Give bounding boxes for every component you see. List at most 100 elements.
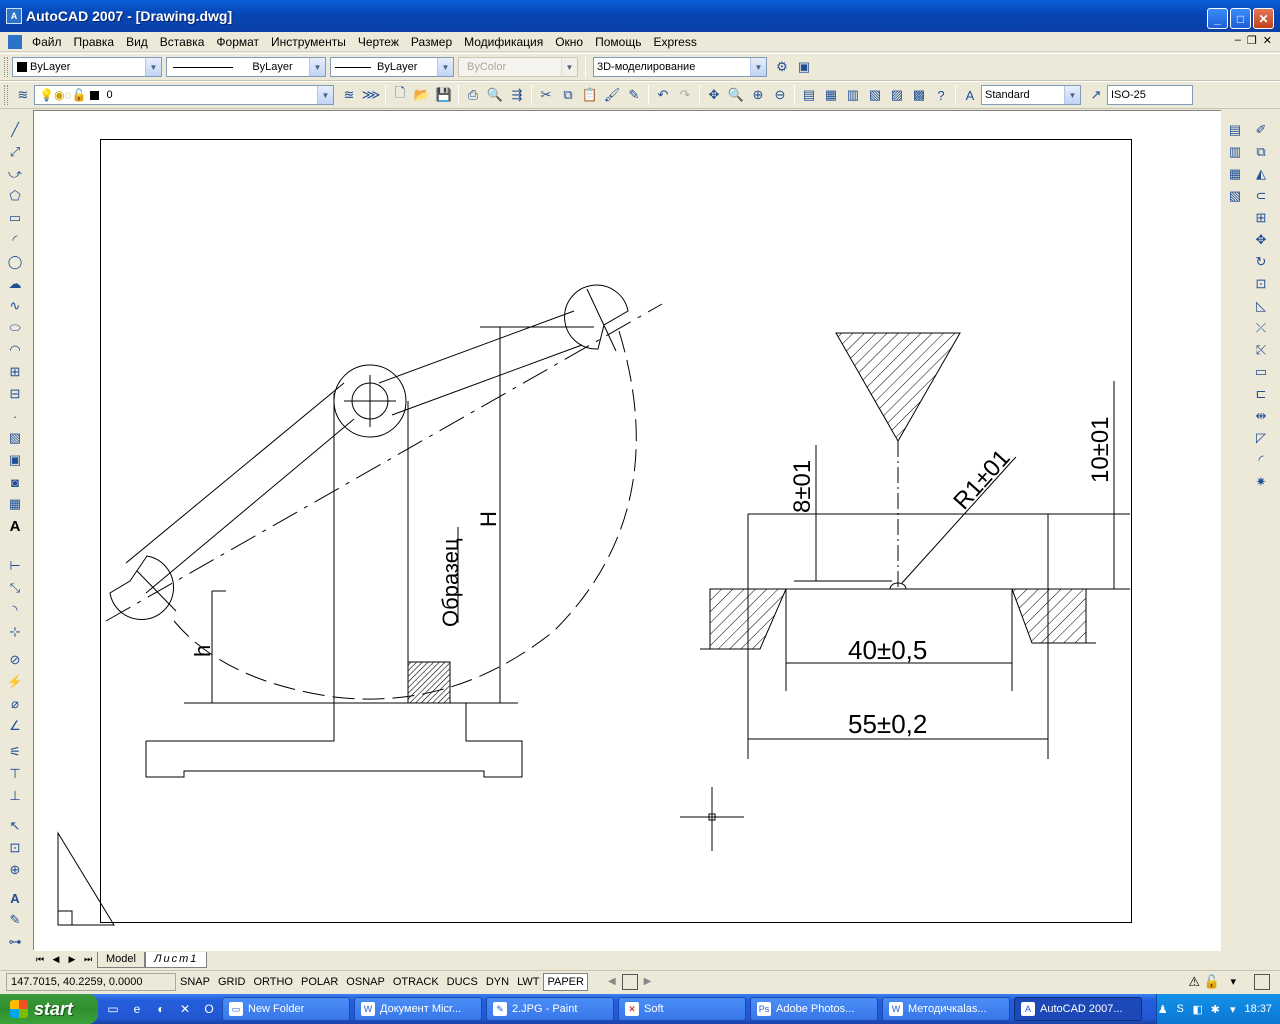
- mirror-icon[interactable]: ◭: [1250, 164, 1272, 184]
- desktop-icon[interactable]: ▭: [104, 1000, 122, 1018]
- toolbar-grip[interactable]: [4, 85, 8, 105]
- menu-modify[interactable]: Модификация: [458, 33, 549, 51]
- dim-edit-icon[interactable]: A: [4, 888, 26, 908]
- extend-icon[interactable]: ⤪: [1250, 340, 1272, 360]
- ellipse-arc-icon[interactable]: ◠: [4, 340, 26, 360]
- tray-bug-icon[interactable]: ✱: [1209, 1002, 1221, 1016]
- next-tab-icon[interactable]: ▶: [65, 953, 79, 967]
- redo-icon[interactable]: ↷: [674, 84, 696, 106]
- drawing-svg[interactable]: Образец H h 8±01 10±01 R1±01 40±0,5 55±0…: [34, 111, 1222, 951]
- scroll-right-icon[interactable]: ▶: [644, 976, 652, 987]
- copy-icon[interactable]: ⧉: [557, 84, 579, 106]
- explode-icon[interactable]: ✷: [1250, 472, 1272, 492]
- publish-icon[interactable]: ⇶: [506, 84, 528, 106]
- table-icon[interactable]: ▦: [4, 494, 26, 514]
- fillet-icon[interactable]: ◜: [1250, 450, 1272, 470]
- spline-icon[interactable]: ∿: [4, 296, 26, 316]
- circle-icon[interactable]: ◯: [4, 252, 26, 272]
- new-icon[interactable]: 🗋: [389, 84, 411, 106]
- chevron-down-icon[interactable]: ▼: [1064, 86, 1080, 104]
- task-word-method[interactable]: W Методичкаlas...: [882, 997, 1010, 1021]
- ducs-toggle[interactable]: DUCS: [442, 972, 482, 991]
- task-soft[interactable]: ✕ Soft: [618, 997, 746, 1021]
- aligned-dim-icon[interactable]: ⤡: [4, 578, 26, 598]
- dim-style-control[interactable]: ISO-25: [1107, 85, 1193, 105]
- zoom-realtime-icon[interactable]: 🔍: [725, 84, 747, 106]
- menu-insert[interactable]: Вставка: [154, 33, 211, 51]
- linetype-control[interactable]: ByLayer ▼: [166, 57, 326, 77]
- ie-icon[interactable]: e: [128, 1000, 146, 1018]
- line-icon[interactable]: ╱: [4, 120, 26, 140]
- chevron-down-icon[interactable]: ▼: [317, 86, 333, 104]
- quick-dim-icon[interactable]: ⚟: [4, 742, 26, 762]
- revcloud-icon[interactable]: ☁: [4, 274, 26, 294]
- task-autocad[interactable]: A AutoCAD 2007...: [1014, 997, 1142, 1021]
- design-center-icon[interactable]: ▦: [820, 84, 842, 106]
- angular-dim-icon[interactable]: ∠: [4, 716, 26, 736]
- bring-to-front-icon[interactable]: ▥: [1224, 142, 1246, 162]
- construction-line-icon[interactable]: ⤢: [4, 142, 26, 162]
- polar-toggle[interactable]: POLAR: [297, 972, 343, 991]
- coordinates-display[interactable]: 147.7015, 40.2259, 0.0000: [6, 972, 176, 991]
- tray-s-icon[interactable]: S: [1174, 1002, 1186, 1016]
- zoom-window-icon[interactable]: ⊕: [747, 84, 769, 106]
- help-icon[interactable]: ?: [930, 84, 952, 106]
- match-properties-icon[interactable]: 🖌: [601, 84, 623, 106]
- chamfer-icon[interactable]: ◸: [1250, 428, 1272, 448]
- title-bar[interactable]: A AutoCAD 2007 - [Drawing.dwg] _ □ ✕: [0, 0, 1280, 32]
- plot-icon[interactable]: ⎙: [462, 84, 484, 106]
- close-button[interactable]: ✕: [1253, 8, 1274, 29]
- scroll-left-icon[interactable]: ◀: [608, 976, 616, 987]
- continue-dim-icon[interactable]: ⊥: [4, 786, 26, 806]
- tab-layout1[interactable]: Лист1: [144, 951, 208, 968]
- break-at-point-icon[interactable]: ▭: [1250, 362, 1272, 382]
- markup-icon[interactable]: ▨: [886, 84, 908, 106]
- calculator-icon[interactable]: ▩: [908, 84, 930, 106]
- dim-text-edit-icon[interactable]: ✎: [4, 910, 26, 930]
- otrack-toggle[interactable]: OTRACK: [388, 972, 443, 991]
- insert-block-icon[interactable]: ⊞: [4, 362, 26, 382]
- autocad-icon[interactable]: A: [6, 8, 22, 24]
- layer-control[interactable]: 💡◉◌🔓 0 ▼: [34, 85, 334, 105]
- radius-dim-icon[interactable]: ⊘: [4, 650, 26, 670]
- ordinate-dim-icon[interactable]: ⊹: [4, 622, 26, 642]
- quick-leader-icon[interactable]: ↖: [4, 816, 26, 836]
- stretch-icon[interactable]: ◺: [1250, 296, 1272, 316]
- first-tab-icon[interactable]: ⏮: [33, 953, 47, 967]
- center-mark-icon[interactable]: ⊕: [4, 860, 26, 880]
- snap-toggle[interactable]: SNAP: [176, 972, 214, 991]
- layer-previous-icon[interactable]: ⋙: [360, 84, 382, 106]
- join-icon[interactable]: ⇹: [1250, 406, 1272, 426]
- pan-icon[interactable]: ✥: [703, 84, 725, 106]
- app-quicklaunch-icon[interactable]: ◐: [152, 1000, 170, 1018]
- maximize-button[interactable]: □: [1230, 8, 1251, 29]
- menu-draw[interactable]: Чертеж: [352, 33, 405, 51]
- layer-manager-icon[interactable]: ≋: [12, 84, 34, 106]
- chevron-down-icon[interactable]: ▼: [145, 58, 161, 76]
- region-icon[interactable]: ◙: [4, 472, 26, 492]
- move-icon[interactable]: ✥: [1250, 230, 1272, 250]
- communication-center-icon[interactable]: ⚠: [1188, 974, 1200, 990]
- last-tab-icon[interactable]: ⏭: [81, 953, 95, 967]
- text-style-icon[interactable]: A: [959, 84, 981, 106]
- rectangle-icon[interactable]: ▭: [4, 208, 26, 228]
- text-style-control[interactable]: Standard ▼: [981, 85, 1081, 105]
- tab-model[interactable]: Model: [97, 951, 145, 968]
- task-new-folder[interactable]: ▭ New Folder: [222, 997, 350, 1021]
- lock-icon[interactable]: 🔓: [1204, 974, 1220, 990]
- block-editor-icon[interactable]: ✎: [623, 84, 645, 106]
- bring-above-icon[interactable]: ▧: [1224, 186, 1246, 206]
- undo-icon[interactable]: ↶: [652, 84, 674, 106]
- array-icon[interactable]: ⊞: [1250, 208, 1272, 228]
- menu-dimension[interactable]: Размер: [405, 33, 458, 51]
- status-menu-icon[interactable]: ▾: [1230, 975, 1236, 988]
- menu-edit[interactable]: Правка: [68, 33, 121, 51]
- tool-palettes-icon[interactable]: ▥: [842, 84, 864, 106]
- ortho-toggle[interactable]: ORTHO: [249, 972, 297, 991]
- dim-style-icon[interactable]: ↗: [1085, 84, 1107, 106]
- toolbar-grip[interactable]: [4, 57, 8, 77]
- sheet-set-icon[interactable]: ▧: [864, 84, 886, 106]
- linear-dim-icon[interactable]: ⊢: [4, 556, 26, 576]
- zoom-previous-icon[interactable]: ⊖: [769, 84, 791, 106]
- menu-file[interactable]: Файл: [26, 33, 68, 51]
